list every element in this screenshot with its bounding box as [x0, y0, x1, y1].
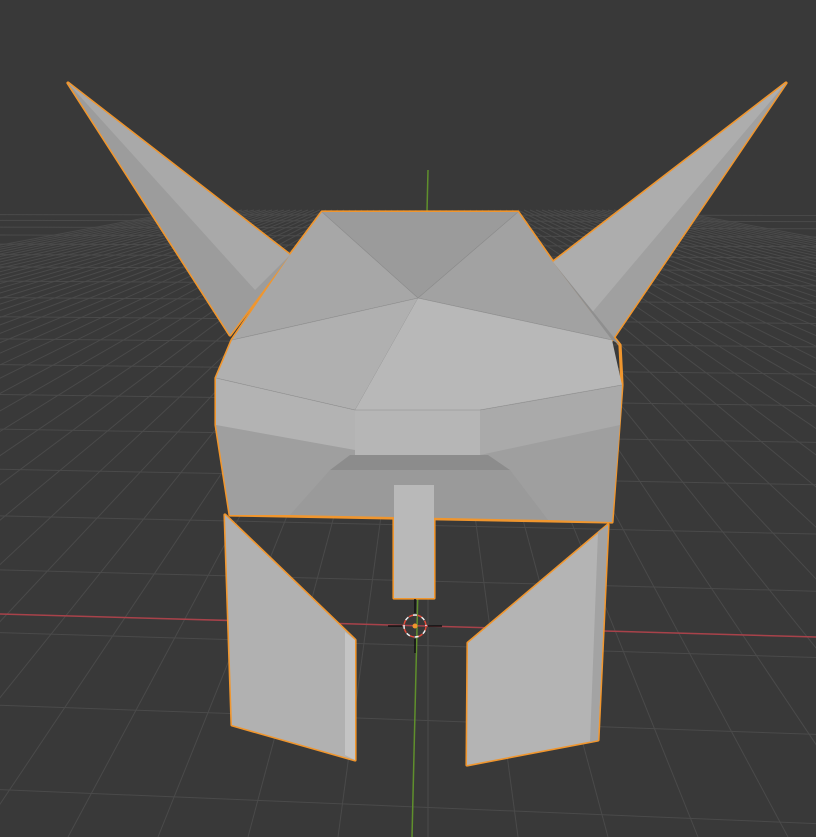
nose-guard: [394, 485, 434, 598]
helmet-brow-under: [330, 455, 510, 470]
object-origin-icon: [412, 623, 418, 629]
viewport-canvas[interactable]: [0, 0, 816, 837]
helmet-band-center: [355, 410, 480, 455]
3d-viewport[interactable]: [0, 0, 816, 837]
left-cheek-edge: [345, 632, 355, 760]
